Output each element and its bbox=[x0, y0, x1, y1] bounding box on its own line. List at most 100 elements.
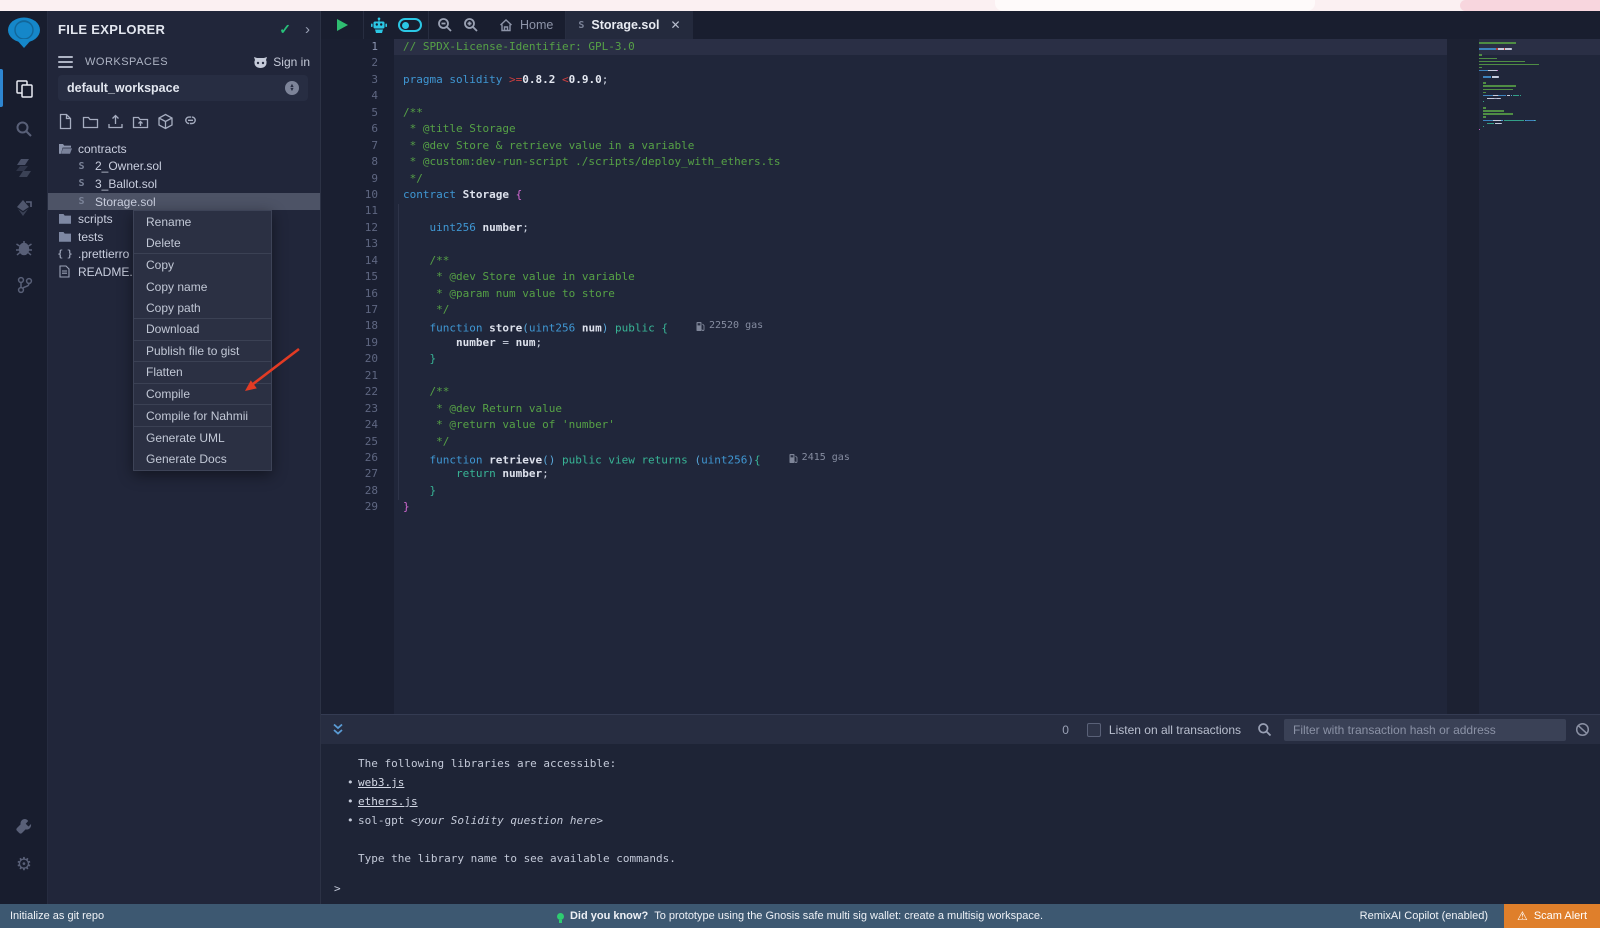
context-menu-item-generate-uml[interactable]: Generate UML bbox=[134, 427, 271, 449]
line-number: 29 bbox=[321, 499, 394, 515]
line-number: 13 bbox=[321, 236, 394, 252]
deploy-and-run-icon[interactable] bbox=[0, 190, 48, 226]
check-icon: ✓ bbox=[279, 21, 291, 38]
code-line-9: */ bbox=[403, 171, 1480, 187]
close-tab-icon[interactable]: ✕ bbox=[670, 18, 680, 32]
remixai-robot-icon[interactable] bbox=[370, 17, 388, 34]
zoom-out-icon[interactable] bbox=[437, 17, 453, 33]
lightbulb-icon bbox=[557, 913, 564, 920]
gas-estimate-badge: 22520 gas bbox=[696, 318, 763, 334]
file-explorer-icon[interactable] bbox=[0, 70, 48, 106]
github-sign-in-button[interactable]: Sign in bbox=[253, 55, 310, 69]
transaction-filter-input[interactable] bbox=[1284, 719, 1566, 741]
line-number: 6 bbox=[321, 121, 394, 137]
new-folder-icon[interactable] bbox=[82, 113, 99, 130]
editor-scrollbar[interactable] bbox=[1447, 39, 1479, 714]
link-icon[interactable] bbox=[182, 113, 199, 130]
editor-minimap[interactable] bbox=[1479, 42, 1589, 162]
folder-icon bbox=[57, 213, 72, 225]
code-line-8: * @custom:dev-run-script ./scripts/deplo… bbox=[403, 154, 1480, 170]
panel-title: FILE EXPLORER bbox=[58, 22, 165, 37]
terminal-output[interactable]: The following libraries are accessible: w… bbox=[321, 744, 1600, 904]
code-line-14: /** bbox=[403, 253, 1480, 269]
terminal-blank-line bbox=[321, 830, 1600, 849]
remixai-toggle[interactable] bbox=[398, 18, 422, 32]
code-line-12: uint256 number; bbox=[403, 220, 1480, 236]
line-number: 2 bbox=[321, 55, 394, 71]
sol-icon: S bbox=[74, 196, 89, 207]
context-menu-item-compile[interactable]: Compile bbox=[134, 384, 271, 406]
tree-item-label: tests bbox=[78, 230, 103, 244]
line-number: 17 bbox=[321, 302, 394, 318]
listen-transactions-checkbox[interactable] bbox=[1087, 723, 1101, 737]
line-number: 8 bbox=[321, 154, 394, 170]
library-link[interactable]: web3.js bbox=[358, 776, 404, 789]
upload-file-icon[interactable] bbox=[107, 113, 124, 130]
activity-bar: ⚙ bbox=[0, 11, 48, 904]
status-bar: Initialize as git repo Did you know? To … bbox=[0, 904, 1600, 928]
terminal-prompt[interactable]: > bbox=[334, 882, 341, 895]
terminal-text-line: The following libraries are accessible: bbox=[321, 754, 1600, 773]
terminal-search-icon[interactable] bbox=[1257, 722, 1272, 737]
terminal-header: 0 Listen on all transactions bbox=[321, 714, 1600, 744]
solidity-compiler-icon[interactable] bbox=[0, 150, 48, 186]
line-number: 27 bbox=[321, 466, 394, 482]
line-number: 7 bbox=[321, 138, 394, 154]
search-icon[interactable] bbox=[0, 111, 48, 147]
new-file-icon[interactable] bbox=[57, 113, 74, 130]
zoom-in-icon[interactable] bbox=[463, 17, 479, 33]
debugger-icon[interactable] bbox=[0, 230, 48, 266]
context-menu-item-compile-for-nahmii[interactable]: Compile for Nahmii bbox=[134, 405, 271, 427]
context-menu-item-rename[interactable]: Rename bbox=[134, 211, 271, 233]
init-git-repo-button[interactable]: Initialize as git repo bbox=[10, 910, 104, 922]
tree-item-contracts[interactable]: contracts bbox=[48, 140, 320, 158]
workspaces-menu-icon[interactable] bbox=[58, 56, 73, 68]
line-number: 22 bbox=[321, 384, 394, 400]
clear-console-icon[interactable] bbox=[1575, 722, 1590, 737]
code-line-24: * @return value of 'number' bbox=[403, 417, 1480, 433]
code-line-29: } bbox=[403, 499, 1480, 515]
context-menu-item-copy[interactable]: Copy bbox=[134, 254, 271, 276]
line-number: 11 bbox=[321, 203, 394, 219]
settings-gear-icon[interactable]: ⚙ bbox=[0, 846, 48, 882]
cube-icon[interactable] bbox=[157, 113, 174, 130]
expand-terminal-icon[interactable] bbox=[331, 722, 345, 737]
tab-storage-sol[interactable]: S Storage.sol ✕ bbox=[566, 11, 692, 39]
context-menu-item-flatten[interactable]: Flatten bbox=[134, 362, 271, 384]
context-menu-item-copy-path[interactable]: Copy path bbox=[134, 297, 271, 319]
workspace-select[interactable]: default_workspace ▲▼ bbox=[58, 75, 308, 101]
context-menu-item-copy-name[interactable]: Copy name bbox=[134, 276, 271, 298]
run-script-button[interactable] bbox=[321, 11, 363, 39]
code-editor[interactable]: 1234567891011121314151617181920212223242… bbox=[321, 39, 1600, 714]
tree-item-2-owner-sol[interactable]: S2_Owner.sol bbox=[48, 158, 320, 176]
plugin-manager-icon[interactable] bbox=[0, 808, 48, 844]
code-line-23: * @dev Return value bbox=[403, 401, 1480, 417]
line-number: 12 bbox=[321, 220, 394, 236]
context-menu-item-generate-docs[interactable]: Generate Docs bbox=[134, 449, 271, 471]
chevron-right-icon[interactable]: › bbox=[305, 21, 310, 38]
tree-item-storage-sol[interactable]: SStorage.sol bbox=[48, 193, 320, 211]
tree-item-3-ballot-sol[interactable]: S3_Ballot.sol bbox=[48, 175, 320, 193]
line-number: 26 bbox=[321, 450, 394, 466]
upload-folder-icon[interactable] bbox=[132, 113, 149, 130]
git-icon[interactable] bbox=[0, 267, 48, 303]
context-menu-item-delete[interactable]: Delete bbox=[134, 233, 271, 255]
tab-home[interactable]: Home bbox=[487, 11, 565, 39]
tree-item-label: scripts bbox=[78, 212, 113, 226]
browser-strip-highlight bbox=[995, 0, 1315, 11]
line-number: 23 bbox=[321, 401, 394, 417]
scam-alert-button[interactable]: ⚠ Scam Alert bbox=[1504, 904, 1600, 928]
tree-item-label: 2_Owner.sol bbox=[95, 159, 162, 173]
main-area: Home S Storage.sol ✕ 1234567891011121314… bbox=[321, 11, 1600, 904]
code-line-13 bbox=[403, 236, 1480, 252]
line-number: 9 bbox=[321, 171, 394, 187]
library-link[interactable]: ethers.js bbox=[358, 795, 418, 808]
context-menu-item-download[interactable]: Download bbox=[134, 319, 271, 341]
file-icon bbox=[57, 265, 72, 278]
code-line-2 bbox=[403, 55, 1480, 71]
code-line-16: * @param num value to store bbox=[403, 286, 1480, 302]
line-number: 25 bbox=[321, 434, 394, 450]
code-line-28: } bbox=[403, 483, 1480, 499]
code-line-5: /** bbox=[403, 105, 1480, 121]
context-menu-item-publish-file-to-gist[interactable]: Publish file to gist bbox=[134, 341, 271, 363]
